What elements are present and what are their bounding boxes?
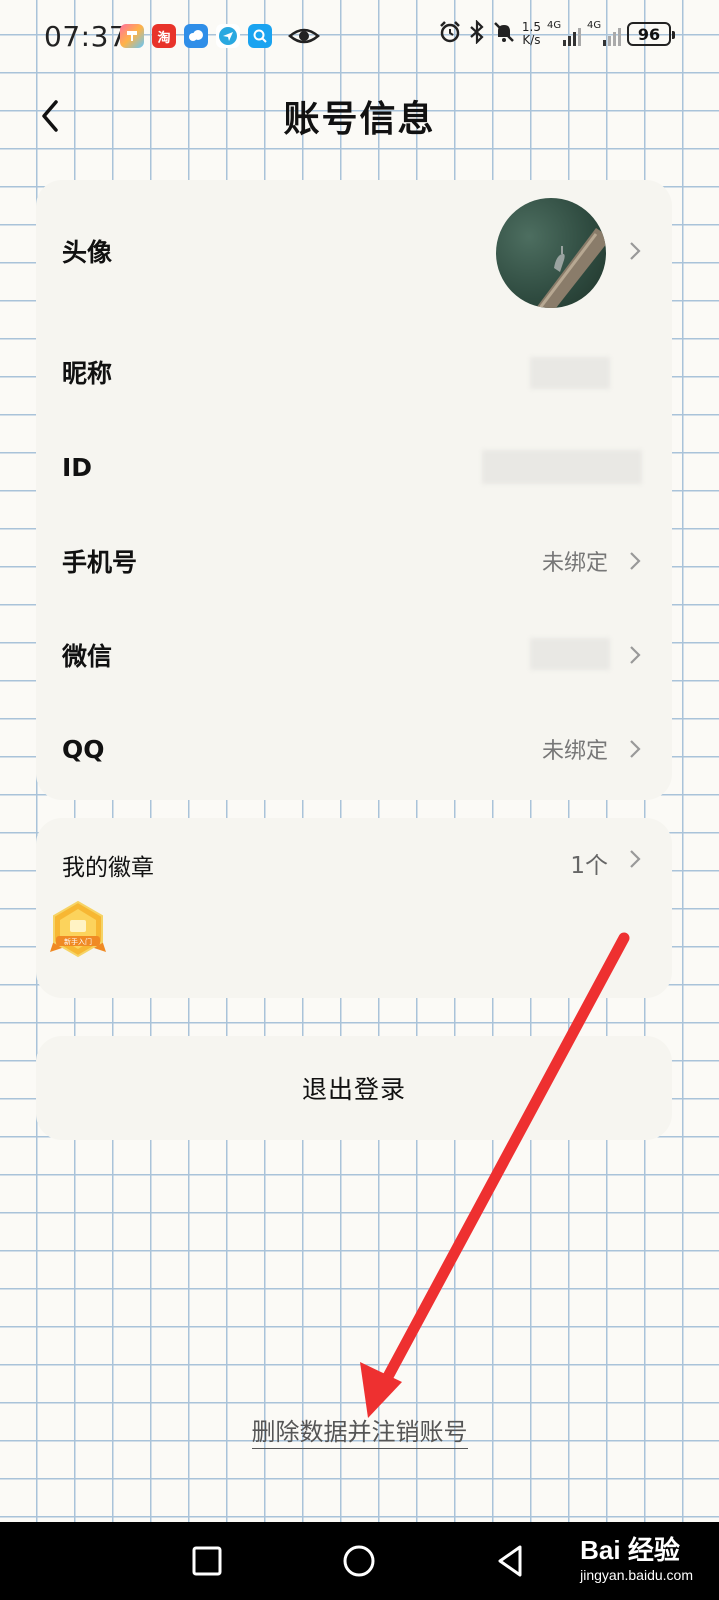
newbie-badge-icon[interactable]: 新手入门 — [48, 900, 108, 962]
net-speed-unit: K/s — [522, 33, 541, 47]
network-type-2: 4G — [587, 20, 602, 31]
network-speed: 1.5 K/s — [522, 21, 541, 47]
row-label: QQ — [62, 734, 105, 764]
watermark-url: jingyan.baidu.com — [580, 1567, 693, 1583]
circle-icon — [343, 1545, 375, 1577]
logout-button[interactable]: 退出登录 — [36, 1036, 672, 1140]
status-bar: 07:37 淘 1.5 K/s 4G 4G 96 — [0, 0, 719, 74]
row-label: 微信 — [62, 642, 113, 671]
watermark: Bai 经验 jingyan.baidu.com — [580, 1530, 693, 1583]
row-value: 未绑定 — [541, 551, 608, 576]
row-label: 头像 — [62, 238, 113, 267]
square-icon — [192, 1546, 222, 1576]
eye-icon — [288, 22, 320, 54]
redacted-value — [530, 638, 610, 670]
weather-app-icon — [184, 24, 208, 48]
avatar[interactable] — [496, 198, 606, 308]
phone-row[interactable]: 手机号 未绑定 — [36, 514, 672, 608]
row-value: 未绑定 — [541, 739, 608, 764]
account-info-card: 头像 昵称 ID 手机号 未绑定 微信 QQ 未绑定 — [36, 180, 672, 800]
badges-card[interactable]: 我的徽章 1个 新手入门 — [36, 818, 672, 998]
messenger-app-icon — [216, 24, 240, 48]
wechat-row[interactable]: 微信 — [36, 608, 672, 702]
row-label: ID — [62, 452, 93, 482]
id-row: ID — [36, 420, 672, 514]
taobao-app-icon: 淘 — [152, 24, 176, 48]
chevron-right-icon — [630, 646, 641, 664]
redacted-value — [482, 450, 642, 484]
chevron-right-icon — [630, 740, 641, 758]
clock: 07:37 — [44, 20, 128, 53]
navigation-bar: Bai 经验 jingyan.baidu.com — [0, 1522, 719, 1600]
avatar-row[interactable]: 头像 — [36, 180, 672, 322]
delete-account-label: 删除数据并注销账号 — [251, 1418, 468, 1449]
redacted-value — [530, 357, 610, 389]
row-label: 手机号 — [62, 548, 138, 577]
row-label: 昵称 — [62, 359, 113, 388]
home-button[interactable] — [338, 1540, 380, 1582]
battery-indicator: 96 — [627, 22, 675, 46]
qq-row[interactable]: QQ 未绑定 — [36, 702, 672, 796]
badges-title: 我的徽章 — [62, 855, 154, 881]
search-app-icon — [248, 24, 272, 48]
signal-icon: 4G — [587, 20, 621, 46]
delete-account-link[interactable]: 删除数据并注销账号 — [0, 1412, 719, 1449]
bluetooth-icon — [468, 19, 486, 48]
logout-label: 退出登录 — [301, 1075, 406, 1104]
system-status-icons: 1.5 K/s 4G 4G 96 — [438, 19, 675, 48]
watermark-brand: Bai 经验 — [580, 1535, 680, 1565]
chevron-right-icon — [630, 850, 641, 868]
chevron-right-icon — [630, 242, 641, 260]
triangle-back-icon — [498, 1545, 522, 1577]
notes-app-icon — [120, 24, 144, 48]
network-type-1: 4G — [547, 20, 562, 31]
badge-label: 新手入门 — [64, 937, 92, 946]
chevron-right-icon — [630, 552, 641, 570]
back-nav-button[interactable] — [490, 1540, 532, 1582]
badges-count: 1个 — [570, 853, 608, 879]
recent-apps-button[interactable] — [186, 1540, 228, 1582]
nickname-row[interactable]: 昵称 — [36, 325, 672, 419]
signal-icon: 4G — [547, 20, 581, 46]
page-title: 账号信息 — [283, 99, 436, 140]
notification-app-icons: 淘 — [120, 24, 272, 48]
alarm-icon — [438, 20, 462, 48]
silent-bell-icon — [492, 20, 516, 48]
